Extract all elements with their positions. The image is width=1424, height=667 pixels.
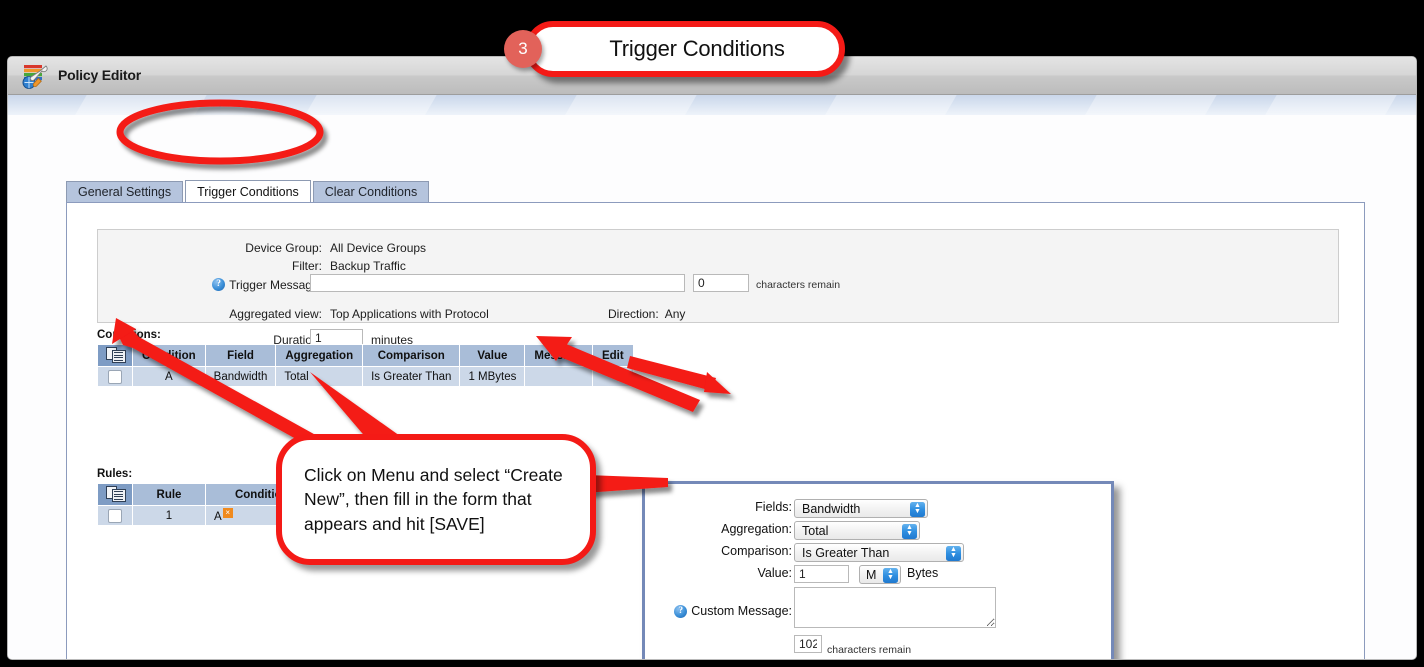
rules-table-header-row: Rule Conditions	[97, 483, 325, 506]
tab-general-settings[interactable]: General Settings	[66, 181, 184, 202]
filter-value: Backup Traffic	[330, 258, 406, 273]
trigger-message-characters-remain-label: characters remain	[756, 278, 841, 291]
window-title: Policy Editor	[58, 67, 141, 83]
conditions-col-condition: Condition	[132, 344, 206, 367]
conditions-row-checkbox-cell[interactable]	[97, 366, 133, 387]
remove-condition-icon[interactable]: ×	[222, 508, 233, 519]
comparison-select-value: Is Greater Than	[802, 545, 890, 560]
filter-label: Filter:	[292, 258, 322, 273]
value-input[interactable]	[794, 565, 849, 583]
conditions-menu-button[interactable]	[97, 344, 133, 367]
direction-label: Direction:	[608, 306, 659, 321]
trigger-message-input[interactable]	[310, 274, 685, 292]
policy-info-block: Device Group: All Device Groups Filter: …	[97, 229, 1339, 347]
popup-aggregation-label: Aggregation:	[721, 522, 792, 536]
value-unit-label: Bytes	[907, 566, 939, 580]
fields-select[interactable]: Bandwidth ▲ ▼	[794, 499, 928, 518]
conditions-col-edit: Edit	[591, 344, 634, 367]
custom-message-textarea[interactable]	[794, 587, 996, 628]
rules-condition-letter: A	[214, 510, 222, 523]
conditions-cell-comparison: Is Greater Than	[362, 366, 461, 387]
conditions-cell-message	[524, 366, 593, 387]
device-group-value: All Device Groups	[330, 240, 427, 255]
condition-editor-popup: Fields: Bandwidth ▲ ▼ Aggregation: Total …	[642, 481, 1114, 659]
conditions-cell-aggregation: Total	[275, 366, 364, 387]
conditions-col-field: Field	[204, 344, 277, 367]
table-row[interactable]: 1 A ×	[97, 505, 325, 526]
aggregation-select[interactable]: Total ▲ ▼	[794, 521, 920, 540]
chevron-updown-icon: ▲ ▼	[883, 567, 898, 583]
conditions-section-label: Conditions:	[97, 329, 161, 341]
tab-clear-conditions[interactable]: Clear Conditions	[312, 181, 430, 202]
custom-message-counter	[794, 635, 822, 653]
conditions-col-message: Message	[524, 344, 593, 367]
window-content: General Settings Trigger Conditions Clea…	[8, 115, 1416, 659]
rules-col-conditions: Conditions	[205, 483, 325, 506]
chevron-updown-icon: ▲ ▼	[910, 501, 925, 517]
rules-cell-conditions: A ×	[205, 505, 325, 526]
value-unit-prefix-value: M	[866, 567, 877, 582]
conditions-col-comparison: Comparison	[362, 344, 461, 367]
tab-strip: General Settings Trigger Conditions Clea…	[66, 180, 431, 202]
chevron-updown-icon: ▲ ▼	[902, 523, 917, 539]
aggregated-view-label: Aggregated view:	[229, 306, 322, 321]
menu-list-icon	[105, 346, 126, 363]
direction-value: Any	[664, 306, 686, 321]
conditions-cell-edit[interactable]	[591, 366, 634, 387]
row-checkbox[interactable]	[108, 369, 122, 384]
window-title-bar: Policy Editor	[8, 57, 1416, 95]
popup-comparison-label: Comparison:	[721, 544, 792, 558]
tab-trigger-conditions[interactable]: Trigger Conditions	[185, 180, 311, 202]
conditions-col-aggregation: Aggregation	[275, 344, 364, 367]
row-checkbox[interactable]	[108, 508, 122, 523]
popup-characters-remain-label: characters remain	[827, 644, 912, 656]
device-group-label: Device Group:	[245, 240, 322, 255]
conditions-cell-value: 1 MBytes	[459, 366, 526, 387]
header-gradient-strip	[8, 95, 1416, 115]
conditions-col-value: Value	[459, 344, 526, 367]
aggregation-select-value: Total	[802, 523, 829, 538]
aggregated-view-value: Top Applications with Protocol	[330, 306, 489, 321]
trigger-message-counter	[693, 274, 749, 292]
popup-custom-message-label: Custom Message:	[691, 604, 792, 618]
rules-section-label: Rules:	[97, 468, 133, 480]
rules-col-rule: Rule	[132, 483, 206, 506]
comparison-select[interactable]: Is Greater Than ▲ ▼	[794, 543, 964, 562]
table-row[interactable]: A Bandwidth Total Is Greater Than 1 MByt…	[97, 366, 634, 387]
conditions-cell-field: Bandwidth	[204, 366, 277, 387]
pencil-icon[interactable]	[606, 370, 620, 384]
rules-table: Rule Conditions 1 A ×	[97, 483, 325, 526]
help-icon-custom-message[interactable]: ?	[674, 604, 688, 618]
policy-editor-window: Policy Editor General Settings Trigger C…	[8, 57, 1416, 659]
fields-select-value: Bandwidth	[802, 501, 861, 516]
rules-row-checkbox-cell[interactable]	[97, 505, 133, 526]
value-unit-prefix-select[interactable]: M ▲ ▼	[859, 565, 901, 584]
chevron-updown-icon: ▲ ▼	[946, 545, 961, 561]
conditions-cell-condition: A	[132, 366, 206, 387]
conditions-table-header-row: Condition Field Aggregation Comparison V…	[97, 344, 634, 367]
rules-cell-rule: 1	[132, 505, 206, 526]
menu-list-icon	[105, 485, 126, 502]
policy-editor-icon	[20, 62, 48, 90]
rules-menu-button[interactable]	[97, 483, 133, 506]
help-icon-trigger-message[interactable]: ?	[212, 278, 226, 291]
conditions-table: Condition Field Aggregation Comparison V…	[97, 344, 634, 387]
